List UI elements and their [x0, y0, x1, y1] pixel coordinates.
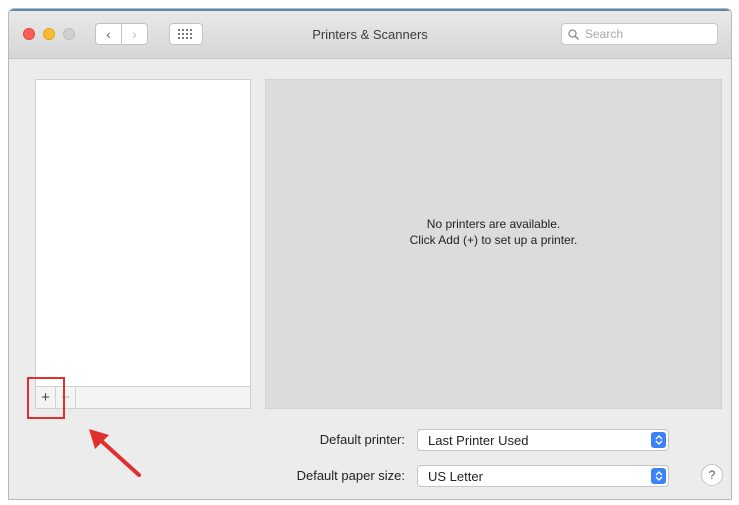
search-field[interactable] [561, 23, 718, 45]
default-printer-value: Last Printer Used [428, 432, 529, 448]
updown-arrows-icon [651, 468, 666, 484]
help-button[interactable]: ? [701, 464, 723, 486]
printers-scanners-window: ‹ › Printers & Scanners Search + − No pr… [8, 8, 732, 500]
default-printer-label: Default printer: [319, 432, 405, 447]
titlebar: ‹ › Printers & Scanners [9, 11, 731, 59]
search-icon [568, 28, 579, 40]
no-printers-line-1: No printers are available. [426, 217, 561, 231]
add-button-highlight [27, 377, 65, 419]
printer-list-toolbar: + − [35, 387, 251, 409]
printer-list[interactable] [35, 79, 251, 387]
paper-size-popup[interactable]: US Letter [417, 465, 669, 487]
no-printers-line-2: Click Add (+) to set up a printer. [409, 233, 578, 247]
search-input[interactable] [583, 26, 707, 42]
updown-arrows-icon [651, 432, 666, 448]
no-printers-message: No printers are available. Click Add (+)… [266, 216, 721, 248]
paper-size-label: Default paper size: [296, 468, 405, 483]
printer-detail-pane: No printers are available. Click Add (+)… [265, 79, 722, 409]
paper-size-value: US Letter [428, 468, 483, 484]
annotation-arrow-icon [89, 429, 141, 477]
default-printer-popup[interactable]: Last Printer Used [417, 429, 669, 451]
